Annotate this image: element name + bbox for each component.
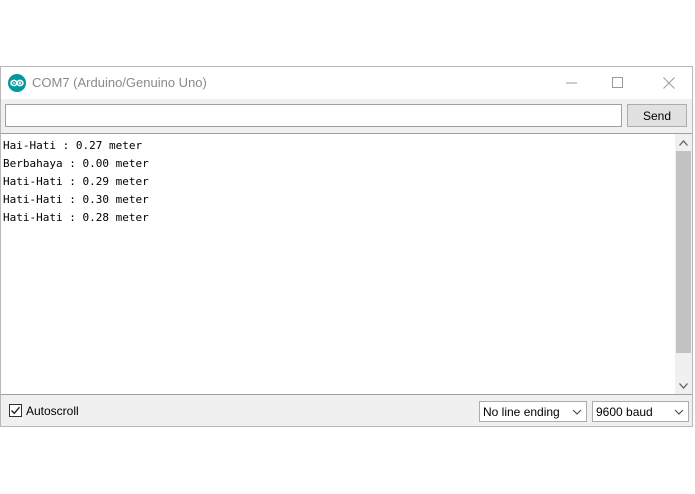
minimize-icon [566, 82, 577, 84]
maximize-button[interactable] [595, 67, 641, 99]
autoscroll-checkbox[interactable] [9, 404, 22, 417]
window-title: COM7 (Arduino/Genuino Uno) [32, 75, 207, 90]
serial-input-field[interactable] [5, 104, 622, 127]
scroll-thumb[interactable] [676, 151, 691, 353]
serial-output-text: Hai-Hati : 0.27 meter Berbahaya : 0.00 m… [3, 137, 149, 227]
minimize-button[interactable] [549, 67, 595, 99]
output-line: Hati-Hati : 0.29 meter [3, 175, 149, 188]
line-ending-select[interactable]: No line ending [479, 401, 587, 422]
autoscroll-label: Autoscroll [26, 403, 79, 418]
baud-rate-value: 9600 baud [596, 404, 653, 419]
title-bar[interactable]: COM7 (Arduino/Genuino Uno) [1, 67, 692, 99]
chevron-up-icon [679, 139, 688, 146]
arduino-logo-icon [8, 74, 26, 92]
line-ending-value: No line ending [483, 404, 560, 419]
chevron-down-icon [674, 409, 684, 415]
output-line: Hai-Hati : 0.27 meter [3, 139, 143, 152]
autoscroll-toggle[interactable]: Autoscroll [9, 403, 79, 418]
maximize-icon [612, 77, 623, 88]
close-button[interactable] [646, 67, 692, 99]
chevron-down-icon [679, 382, 688, 389]
vertical-scrollbar[interactable] [675, 134, 692, 394]
scroll-up-button[interactable] [675, 134, 692, 151]
status-bar: Autoscroll No line ending 9600 baud [1, 395, 692, 426]
checkmark-icon [11, 406, 21, 415]
output-line: Berbahaya : 0.00 meter [3, 157, 149, 170]
send-row: Send [1, 99, 692, 133]
output-line: Hati-Hati : 0.30 meter [3, 193, 149, 206]
send-button[interactable]: Send [627, 104, 687, 127]
close-icon [663, 77, 675, 89]
scroll-down-button[interactable] [675, 377, 692, 394]
output-line: Hati-Hati : 0.28 meter [3, 211, 149, 224]
serial-monitor-window: COM7 (Arduino/Genuino Uno) Send Hai-Hati… [0, 66, 693, 427]
baud-rate-select[interactable]: 9600 baud [592, 401, 689, 422]
serial-output-area[interactable]: Hai-Hati : 0.27 meter Berbahaya : 0.00 m… [1, 133, 692, 395]
chevron-down-icon [572, 409, 582, 415]
